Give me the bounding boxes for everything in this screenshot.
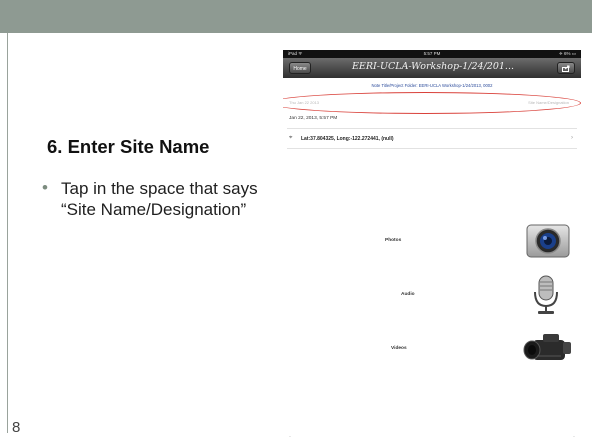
microphone-icon[interactable] (523, 274, 569, 316)
videos-label: Videos (391, 346, 407, 351)
row-divider (287, 128, 577, 129)
camera-icon[interactable] (525, 220, 571, 260)
audio-label: Audio (401, 292, 415, 297)
note-title: EERI-UCLA-Workshop-1/24/201... (352, 61, 514, 72)
bottom-mark-right: · (573, 434, 575, 440)
gps-coordinates: Lat:37.804325, Long:-122.272441, (null) (301, 136, 394, 142)
slide-left-rule (7, 33, 8, 433)
gps-location-row[interactable]: ⌖ Lat:37.804325, Long:-122.272441, (null… (287, 132, 577, 146)
location-pin-icon: ⌖ (289, 135, 293, 141)
project-folder-line: Note Title/Project Folder: EERI-UCLA Wor… (371, 83, 493, 88)
ipad-screenshot: iPad ᯤ 5:57 PM ✈ 6% ▭ Home EERI-UCLA-Wor… (283, 50, 581, 440)
slide-header-band (0, 0, 592, 33)
slide-number: 8 (12, 419, 21, 436)
camcorder-icon[interactable] (523, 328, 573, 368)
photos-label: Photos (385, 238, 402, 243)
photos-row[interactable]: Photos (283, 218, 581, 262)
share-icon (562, 65, 570, 72)
slide-heading: 6. Enter Site Name (47, 136, 210, 157)
row-divider (287, 148, 577, 149)
share-button[interactable] (557, 62, 575, 74)
bullet-marker: • (42, 178, 48, 197)
bullet-text: Tap in the space that says “Site Name/De… (61, 179, 258, 219)
status-battery: ✈ 6% ▭ (558, 51, 576, 56)
timestamp-row: Jan 22, 2013, 5:57 PM (289, 116, 338, 121)
nav-bar: Home EERI-UCLA-Workshop-1/24/201... (283, 58, 581, 78)
videos-row[interactable]: Videos (283, 326, 581, 370)
status-time: 5:57 PM (423, 51, 441, 56)
bottom-mark-left: · (289, 434, 291, 440)
home-button[interactable]: Home (289, 62, 311, 74)
chevron-right-icon: › (571, 135, 573, 141)
audio-row[interactable]: Audio (283, 272, 581, 316)
highlight-oval (283, 92, 581, 114)
status-bar: iPad ᯤ 5:57 PM ✈ 6% ▭ (283, 50, 581, 58)
